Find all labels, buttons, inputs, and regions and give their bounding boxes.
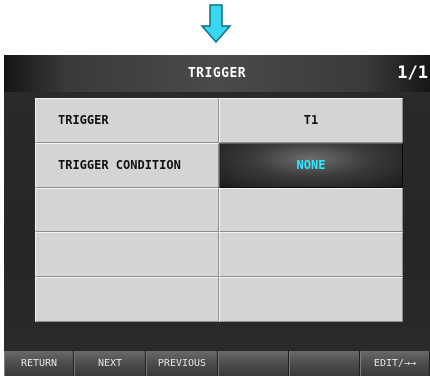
function-key-blank-1[interactable] [218,351,289,376]
row-label-empty-5 [35,277,219,322]
row-value-trigger[interactable]: T1 [219,98,403,143]
return-button[interactable]: RETURN [4,351,74,376]
edit-button[interactable]: EDIT/→→ [360,351,430,376]
row-label-empty-3 [35,188,219,232]
page-indicator: 1/1 [397,63,428,83]
settings-table: TRIGGER T1 TRIGGER CONDITION NONE [35,98,403,322]
down-arrow-icon [200,4,232,44]
row-value-empty-5[interactable] [219,277,403,322]
previous-button[interactable]: PREVIOUS [146,351,218,376]
row-value-empty-3[interactable] [219,188,403,232]
row-label-trigger: TRIGGER [35,98,219,143]
row-label-trigger-condition: TRIGGER CONDITION [35,143,219,188]
next-button[interactable]: NEXT [74,351,146,376]
row-value-trigger-condition[interactable]: NONE [219,143,403,188]
function-key-blank-2[interactable] [289,351,360,376]
trigger-panel: TRIGGER 1/1 TRIGGER T1 TRIGGER CONDITION… [4,55,430,376]
row-label-empty-4 [35,232,219,277]
function-key-bar: RETURN NEXT PREVIOUS EDIT/→→ [4,351,430,376]
row-value-empty-4[interactable] [219,232,403,277]
screen-title: TRIGGER [187,66,247,81]
